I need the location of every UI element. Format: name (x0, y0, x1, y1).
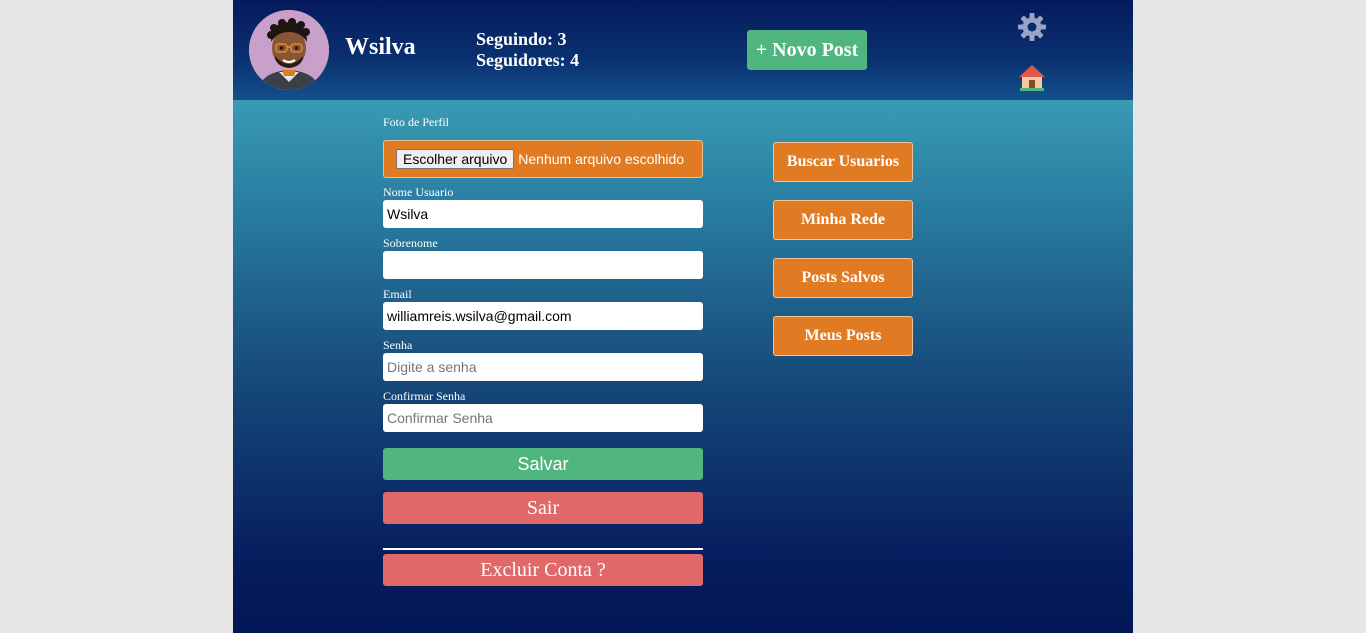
app-container: Wsilva Seguindo: 3 Seguidores: 4 + Novo … (233, 0, 1133, 633)
name-label: Nome Usuario (383, 185, 454, 199)
profile-form: Foto de Perfil Escolher arquivo Nenhum a… (383, 115, 703, 586)
saved-posts-button[interactable]: Posts Salvos (773, 258, 913, 298)
logout-button[interactable]: Sair (383, 492, 703, 524)
profile-header: Wsilva Seguindo: 3 Seguidores: 4 + Novo … (233, 0, 1133, 100)
confirm-password-label: Confirmar Senha (383, 389, 466, 403)
password-label: Senha (383, 338, 413, 352)
avatar (249, 10, 329, 90)
my-posts-button[interactable]: Meus Posts (773, 316, 913, 356)
my-network-button[interactable]: Minha Rede (773, 200, 913, 240)
email-label: Email (383, 287, 412, 301)
new-post-button[interactable]: + Novo Post (747, 30, 867, 70)
home-icon[interactable] (1017, 62, 1047, 92)
search-users-button[interactable]: Buscar Usuarios (773, 142, 913, 182)
photo-label: Foto de Perfil (383, 115, 449, 129)
delete-account-button[interactable]: Excluir Conta ? (383, 554, 703, 586)
following-count[interactable]: Seguindo: 3 (476, 29, 579, 50)
save-button[interactable]: Salvar (383, 448, 703, 480)
file-status-text: Nenhum arquivo escolhido (518, 151, 685, 167)
profile-stats: Seguindo: 3 Seguidores: 4 (476, 29, 579, 71)
avatar-image (249, 10, 329, 90)
surname-label: Sobrenome (383, 236, 438, 250)
username-input[interactable] (383, 200, 703, 228)
file-upload-box[interactable]: Escolher arquivo Nenhum arquivo escolhid… (383, 140, 703, 178)
email-input[interactable] (383, 302, 703, 330)
gear-icon[interactable] (1017, 12, 1047, 42)
choose-file-button[interactable]: Escolher arquivo (396, 149, 515, 169)
followers-count[interactable]: Seguidores: 4 (476, 50, 579, 71)
divider (383, 548, 703, 550)
profile-username: Wsilva (345, 34, 416, 60)
surname-input[interactable] (383, 251, 703, 279)
confirm-password-input[interactable] (383, 404, 703, 432)
password-input[interactable] (383, 353, 703, 381)
